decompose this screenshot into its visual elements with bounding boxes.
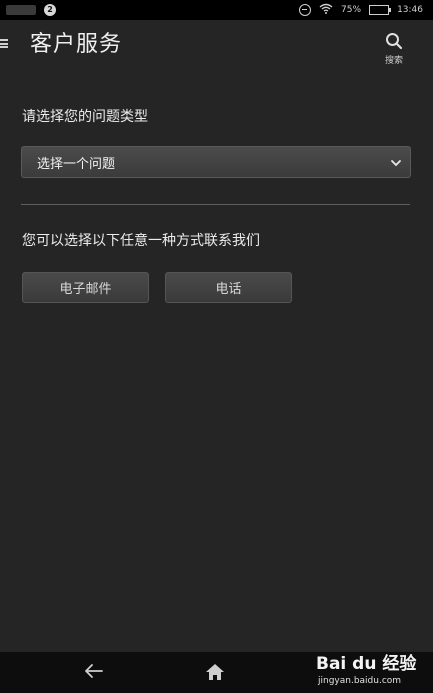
status-bar: 2 75% 13:46: [0, 0, 433, 20]
menu-icon[interactable]: [0, 39, 8, 48]
dnd-icon: [299, 4, 312, 16]
wifi-icon: [319, 3, 333, 17]
home-icon[interactable]: [205, 663, 225, 685]
back-icon[interactable]: [84, 663, 104, 683]
battery-icon: [369, 5, 392, 15]
clock: 13:46: [397, 5, 423, 15]
issue-type-label: 请选择您的问题类型: [22, 109, 148, 125]
phone-button[interactable]: 电话: [165, 272, 292, 303]
watermark-brand: Bai du 经验: [316, 654, 417, 674]
search-label: 搜索: [384, 56, 403, 66]
page-title: 客户服务: [30, 32, 123, 57]
email-button[interactable]: 电子邮件: [22, 272, 149, 303]
notification-badge: 2: [44, 4, 56, 16]
screen: 2 75% 13:46 客户服务 搜索 请选择您的问题类型 选择一个问题 您可以…: [0, 0, 433, 693]
watermark-url: jingyan.baidu.com: [318, 676, 402, 686]
baidu-jingyan-watermark: Bai du 经验 jingyan.baidu.com: [312, 648, 430, 692]
divider: [21, 204, 410, 205]
search-button[interactable]: 搜索: [378, 32, 410, 72]
search-icon: [378, 32, 410, 50]
blurred-notification: [6, 5, 36, 15]
issue-select-value: 选择一个问题: [37, 156, 116, 172]
app-header: 客户服务 搜索: [0, 20, 433, 74]
chevron-down-icon: [390, 157, 402, 172]
battery-percent: 75%: [341, 5, 362, 15]
issue-select[interactable]: 选择一个问题: [21, 146, 411, 178]
contact-methods-label: 您可以选择以下任意一种方式联系我们: [22, 233, 260, 249]
